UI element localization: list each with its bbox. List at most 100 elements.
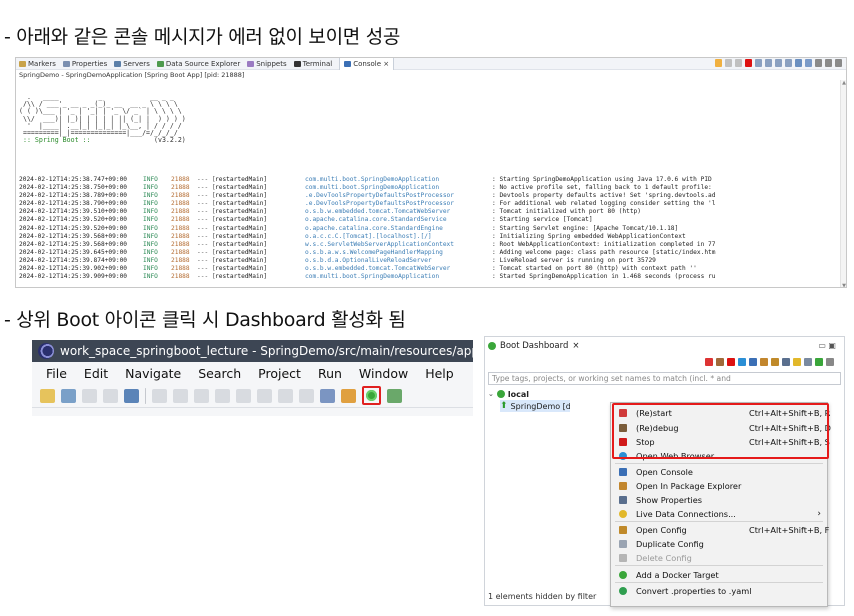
tree-node-springdemo[interactable]: ⬆ SpringDemo [devtools] [:80] xyxy=(500,400,570,412)
main-toolbar xyxy=(32,384,473,408)
remove-all-icon[interactable] xyxy=(735,59,742,67)
properties-toolbar-icon[interactable] xyxy=(782,357,790,366)
skip-breakpoints-icon[interactable] xyxy=(152,388,167,403)
tab-markers[interactable]: Markers xyxy=(19,60,56,68)
pencil-toolbar-icon[interactable] xyxy=(771,357,779,366)
menu-run[interactable]: Run xyxy=(318,366,342,381)
terminal-toolbar-icon[interactable] xyxy=(124,388,139,403)
add-icon xyxy=(619,571,627,579)
scroll-down-icon[interactable]: ▼ xyxy=(841,283,846,287)
debug-toolbar-icon[interactable] xyxy=(716,357,724,366)
menu-navigate[interactable]: Navigate xyxy=(125,366,181,381)
save-icon[interactable] xyxy=(82,388,97,403)
menu-item-label: (Re)start xyxy=(636,408,672,418)
menu-search[interactable]: Search xyxy=(198,366,241,381)
spring-tools-icon[interactable] xyxy=(341,388,356,403)
filter-icon[interactable] xyxy=(804,357,812,366)
open-perspective-icon[interactable] xyxy=(320,388,335,403)
display-console-icon[interactable] xyxy=(805,59,812,67)
log-message: : Starting service [Tomcat] xyxy=(492,216,593,224)
tab-terminal[interactable]: Terminal xyxy=(293,60,332,68)
menu-item-open-web-browser[interactable]: Open Web Browser xyxy=(611,449,827,463)
close-icon[interactable]: × xyxy=(572,341,579,351)
tab-boot-dashboard[interactable]: Boot Dashboard × xyxy=(488,341,584,351)
resume-icon[interactable] xyxy=(173,388,188,403)
menu-help[interactable]: Help xyxy=(425,366,454,381)
disconnect-icon[interactable] xyxy=(236,388,251,403)
context-menu: (Re)start Ctrl+Alt+Shift+B, R (Re)debug Ctr… xyxy=(610,402,831,607)
menu-item-stop[interactable]: Stop Ctrl+Alt+Shift+B, S xyxy=(611,435,830,449)
log-timestamp: 2024-02-12T14:25:38.790+09:00 xyxy=(19,200,128,208)
step-into-icon[interactable] xyxy=(257,388,272,403)
clear-console-icon[interactable] xyxy=(755,59,762,67)
log-line: 2024-02-12T14:25:38.750+09:00 INFO 21888 --… xyxy=(19,184,846,192)
step-return-icon[interactable] xyxy=(299,388,314,403)
console-toolbar-icon[interactable] xyxy=(749,357,757,366)
debug-toolbar-icon[interactable] xyxy=(387,388,402,403)
menu-item-duplicate-config[interactable]: Duplicate Config xyxy=(611,537,827,551)
new-project-icon[interactable] xyxy=(61,388,76,403)
stop-toolbar-icon[interactable] xyxy=(727,357,735,366)
menu-item-show-properties[interactable]: Show Properties xyxy=(611,493,827,507)
tab-data-source-explorer[interactable]: Data Source Explorer xyxy=(156,60,240,68)
suspend-icon[interactable] xyxy=(194,388,209,403)
remove-launch-icon[interactable] xyxy=(725,59,732,67)
log-separator: --- [ xyxy=(197,224,216,232)
log-thread: restartedMain] xyxy=(215,192,268,200)
show-console-icon[interactable] xyxy=(785,59,792,67)
tab-console[interactable]: Console × xyxy=(339,58,395,70)
log-line: 2024-02-12T14:25:39.874+09:00 INFO 21888 --… xyxy=(19,257,846,265)
scroll-up-icon[interactable]: ▲ xyxy=(841,80,846,86)
terminate-toolbar-icon[interactable] xyxy=(215,388,230,403)
bulb-toolbar-icon[interactable] xyxy=(793,357,801,366)
menu-item-add-a-docker-target[interactable]: Add a Docker Target xyxy=(611,568,827,582)
minimize-icon[interactable] xyxy=(825,59,832,67)
maximize-icon[interactable] xyxy=(835,59,842,67)
tab-servers[interactable]: Servers xyxy=(114,60,150,68)
menu-item-open-config[interactable]: Open Config Ctrl+Alt+Shift+B, F xyxy=(611,523,829,537)
menu-item-re-start[interactable]: (Re)start Ctrl+Alt+Shift+B, R xyxy=(611,406,830,420)
log-pid: 21888 xyxy=(171,176,190,183)
open-console-icon[interactable] xyxy=(795,59,802,67)
scroll-lock-icon[interactable] xyxy=(765,59,772,67)
log-timestamp: 2024-02-12T14:25:39.645+09:00 xyxy=(19,248,128,256)
add-toolbar-icon[interactable] xyxy=(815,357,823,366)
log-message: : Started SpringDemoApplication in 1.468… xyxy=(492,273,716,281)
new-icon[interactable] xyxy=(40,388,55,403)
console-scrollbar[interactable]: ▲ ▼ xyxy=(840,80,846,287)
menu-separator xyxy=(615,565,823,566)
menu-edit[interactable]: Edit xyxy=(84,366,108,381)
log-line: 2024-02-12T14:25:39.520+09:00 INFO 21888 --… xyxy=(19,224,846,233)
word-wrap-icon[interactable] xyxy=(775,59,782,67)
pin-icon[interactable] xyxy=(715,59,722,67)
minimize-maximize-icon[interactable]: ▭ ▣ xyxy=(818,341,836,350)
menu-item-live-data-connections[interactable]: Live Data Connections... › xyxy=(611,507,827,521)
menu-item-open-in-package-explorer[interactable]: Open In Package Explorer xyxy=(611,479,827,493)
view-menu-icon[interactable] xyxy=(815,59,822,67)
tab-snippets[interactable]: Snippets xyxy=(247,60,287,68)
browser-toolbar-icon[interactable] xyxy=(738,357,746,366)
chevron-down-icon[interactable]: ⌄ xyxy=(488,390,494,398)
menu-file[interactable]: File xyxy=(46,366,67,381)
restart-toolbar-icon[interactable] xyxy=(705,357,713,366)
terminate-icon[interactable] xyxy=(745,59,752,67)
menu-separator xyxy=(615,463,823,464)
menu-window[interactable]: Window xyxy=(359,366,408,381)
menu-item-re-debug[interactable]: (Re)debug Ctrl+Alt+Shift+B, D xyxy=(611,421,831,435)
log-separator: --- [ xyxy=(197,216,216,224)
boot-dashboard-button[interactable] xyxy=(362,386,381,405)
debug-icon xyxy=(619,424,627,432)
menu-item-convert-properties-to-yaml[interactable]: Convert .properties to .yaml xyxy=(611,584,827,598)
step-over-icon[interactable] xyxy=(278,388,293,403)
dashboard-filter-input[interactable]: Type tags, projects, or working set name… xyxy=(488,372,841,385)
save-all-icon[interactable] xyxy=(103,388,118,403)
log-line: 2024-02-12T14:25:39.510+09:00 INFO 21888 --… xyxy=(19,208,846,216)
tab-properties[interactable]: Properties xyxy=(62,60,107,68)
local-label: local xyxy=(507,389,529,399)
view-menu-icon[interactable] xyxy=(826,357,834,366)
menu-project[interactable]: Project xyxy=(258,366,301,381)
package-toolbar-icon[interactable] xyxy=(760,357,768,366)
log-line: 2024-02-12T14:25:39.902+09:00 INFO 21888 --… xyxy=(19,265,846,273)
menu-item-open-console[interactable]: Open Console xyxy=(611,465,827,479)
tree-node-local[interactable]: ⌄ local xyxy=(488,388,844,400)
